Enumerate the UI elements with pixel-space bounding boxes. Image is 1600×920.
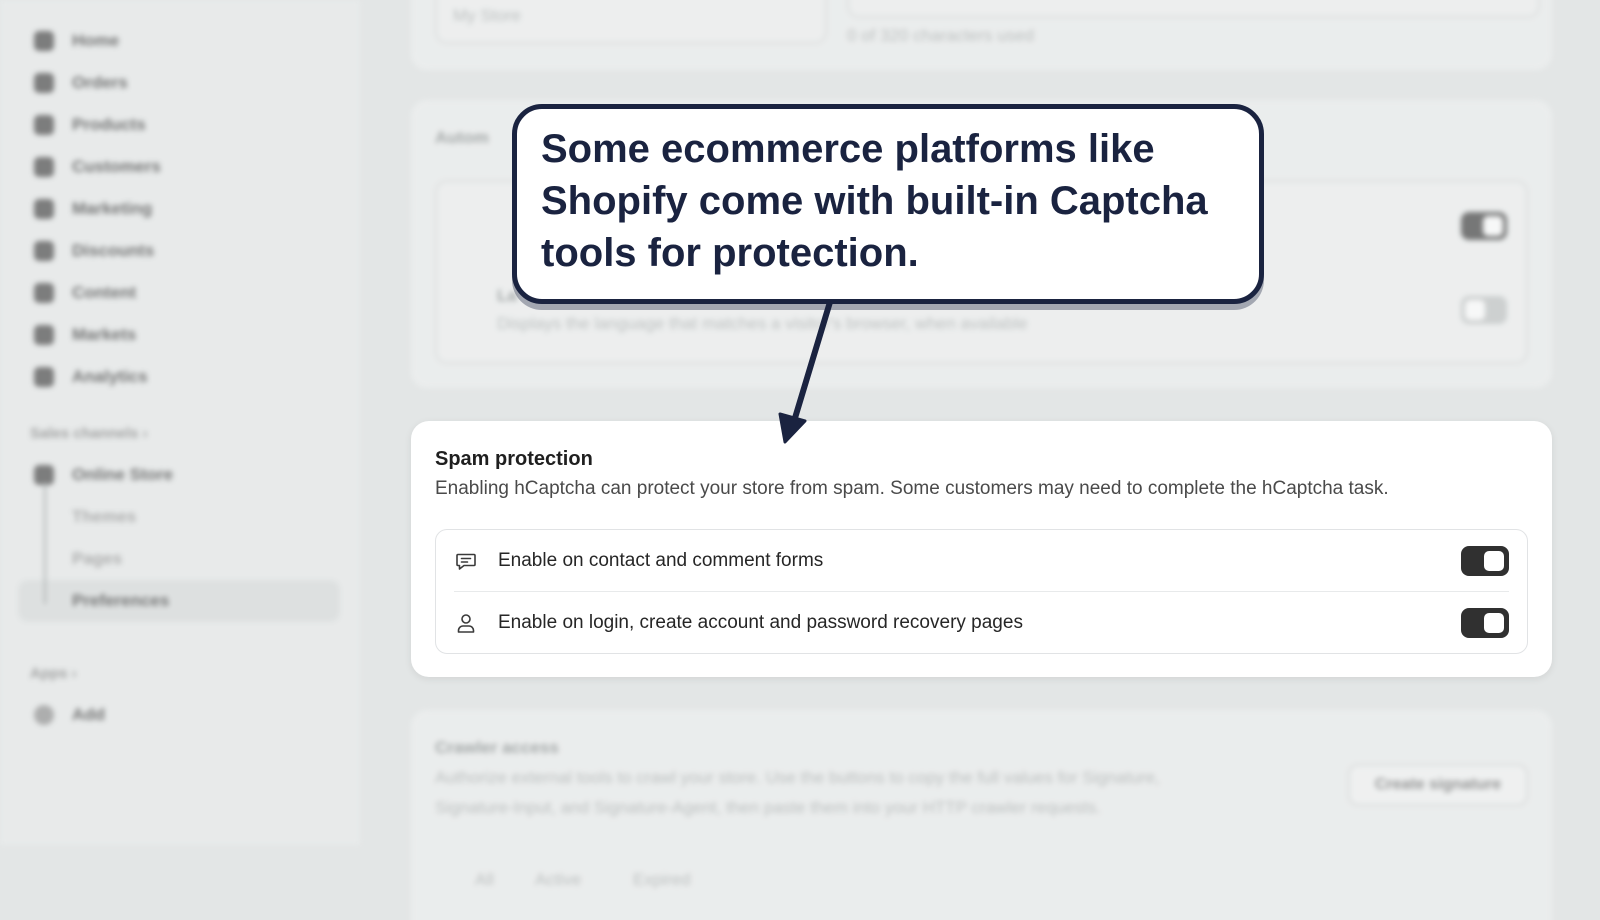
- spam-options-box: Enable on contact and comment forms Enab…: [435, 529, 1528, 654]
- spam-option-label: Enable on login, create account and pass…: [498, 612, 1023, 633]
- callout-text: Some ecommerce platforms like Shopify co…: [541, 127, 1208, 275]
- toggle-knob: [1484, 613, 1504, 633]
- toggle-knob: [1484, 550, 1504, 571]
- sidebar: Home Orders Products Customers Marketing…: [0, 0, 360, 845]
- crawler-desc-line2: Signature-Input, and Signature-Agent, th…: [435, 798, 1101, 817]
- tag-icon: [34, 115, 54, 135]
- sidebar-item-label: Home: [72, 31, 120, 50]
- language-row-desc: Displays the language that matches a vis…: [497, 314, 1028, 333]
- chevron-right-icon: ›: [67, 664, 77, 682]
- apps-label: Apps: [30, 664, 68, 682]
- sidebar-item-label: Markets: [72, 325, 137, 344]
- filter-tab-active[interactable]: Active: [535, 870, 581, 890]
- store-details-card: My Store 0 of 320 characters used: [411, 0, 1552, 70]
- spam-protection-card: Spam protection Enabling hCaptcha can pr…: [411, 421, 1552, 677]
- spam-protection-description: Enabling hCaptcha can protect your store…: [435, 478, 1389, 499]
- sidebar-item-content[interactable]: Content: [0, 272, 360, 314]
- person-icon: [34, 157, 54, 177]
- crawler-access-card: Crawler access Authorize external tools …: [411, 710, 1552, 920]
- sidebar-item-label: Marketing: [72, 199, 153, 218]
- meta-description-input[interactable]: [847, 0, 1540, 18]
- sidebar-item-label: Analytics: [72, 367, 148, 386]
- char-count: 0 of 320 characters used: [847, 26, 1035, 45]
- callout-box: Some ecommerce platforms like Shopify co…: [512, 104, 1264, 304]
- sidebar-subitem-preferences[interactable]: Preferences: [18, 580, 340, 622]
- globe-icon: [34, 325, 54, 345]
- sidebar-subitem-pages[interactable]: Pages: [0, 538, 360, 580]
- automatic-title: Autom: [435, 128, 489, 147]
- sidebar-subitem-themes[interactable]: Themes: [0, 496, 360, 538]
- sidebar-item-discounts[interactable]: Discounts: [0, 230, 360, 272]
- sidebar-subitem-label: Themes: [72, 507, 137, 526]
- inbox-icon: [34, 73, 54, 93]
- sidebar-item-label: Add: [72, 705, 106, 724]
- sidebar-item-customers[interactable]: Customers: [0, 146, 360, 188]
- apps-header[interactable]: Apps ›: [0, 652, 360, 694]
- sidebar-item-label: Products: [72, 115, 146, 134]
- chevron-right-icon: ›: [138, 424, 148, 442]
- sidebar-item-label: Customers: [72, 157, 161, 176]
- spam-option-contact-forms: Enable on contact and comment forms: [454, 530, 1509, 592]
- sidebar-item-add[interactable]: Add: [0, 694, 360, 736]
- home-icon: [34, 31, 54, 51]
- automatic-toggle-1[interactable]: [1461, 212, 1507, 240]
- language-toggle[interactable]: [1461, 296, 1507, 324]
- contact-forms-toggle[interactable]: [1461, 545, 1509, 576]
- store-name-value: My Store: [453, 6, 522, 25]
- language-row-title: La: [497, 286, 517, 305]
- sidebar-item-label: Content: [72, 283, 137, 302]
- sales-channels-label: Sales channels: [30, 424, 139, 442]
- sidebar-item-home[interactable]: Home: [0, 20, 360, 62]
- login-pages-toggle[interactable]: [1461, 608, 1509, 638]
- add-circle-icon: [34, 705, 54, 725]
- sales-channels-header[interactable]: Sales channels ›: [0, 412, 360, 454]
- spam-option-login-pages: Enable on login, create account and pass…: [454, 592, 1509, 654]
- sidebar-item-label: Discounts: [72, 241, 155, 260]
- sidebar-item-orders[interactable]: Orders: [0, 62, 360, 104]
- spam-protection-title: Spam protection: [435, 448, 593, 470]
- target-icon: [34, 199, 54, 219]
- filter-tab-all[interactable]: All: [475, 870, 494, 890]
- spam-option-label: Enable on contact and comment forms: [498, 549, 824, 571]
- discount-icon: [34, 241, 54, 261]
- sidebar-item-markets[interactable]: Markets: [0, 314, 360, 356]
- sidebar-subitem-label: Pages: [72, 549, 123, 568]
- content-icon: [34, 283, 54, 303]
- sidebar-item-online-store[interactable]: Online Store: [0, 454, 360, 496]
- sidebar-item-label: Online Store: [72, 465, 174, 484]
- sidebar-item-analytics[interactable]: Analytics: [0, 356, 360, 398]
- tree-line: [44, 482, 46, 604]
- sidebar-subitem-label: Preferences: [72, 591, 170, 610]
- create-signature-button[interactable]: Create signature: [1348, 764, 1528, 806]
- chart-icon: [34, 367, 54, 387]
- sidebar-item-products[interactable]: Products: [0, 104, 360, 146]
- sidebar-item-label: Orders: [72, 73, 128, 92]
- filter-tab-expired[interactable]: Expired: [633, 870, 691, 890]
- crawler-title: Crawler access: [435, 738, 559, 757]
- crawler-desc-line1: Authorize external tools to crawl your s…: [435, 768, 1160, 787]
- user-icon: [454, 611, 478, 635]
- sidebar-item-marketing[interactable]: Marketing: [0, 188, 360, 230]
- comment-icon: [454, 549, 478, 573]
